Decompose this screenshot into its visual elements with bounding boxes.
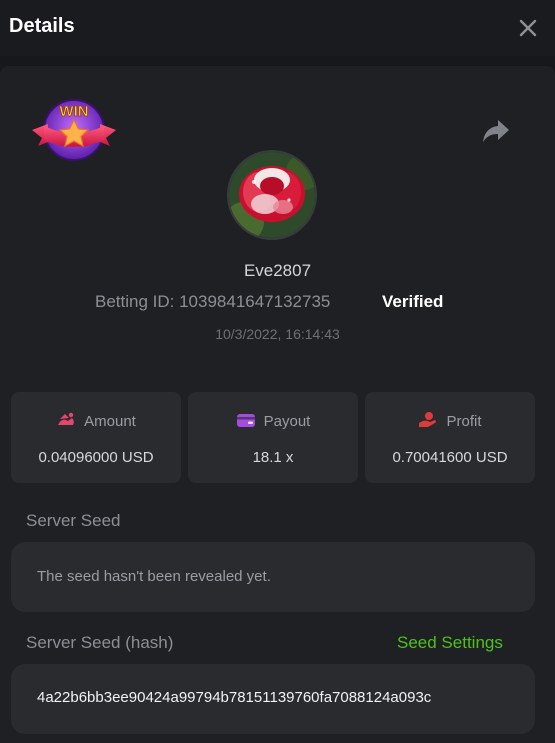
bet-timestamp: 10/3/2022, 16:14:43 [215,326,340,342]
win-badge-text: WIN [59,103,88,120]
server-seed-label: Server Seed [26,511,121,530]
rose-image-icon [229,152,315,238]
profit-hand-icon [419,412,437,427]
close-icon[interactable] [516,16,540,40]
share-icon[interactable] [482,118,510,144]
seed-settings-link[interactable]: Seed Settings [397,633,503,653]
username: Eve2807 [243,261,312,280]
betting-id: Betting ID: 1039841647132735 [95,292,331,311]
server-seed-box: The seed hasn't been revealed yet. [11,542,535,612]
verified-status: Verified [382,292,444,311]
payout-value: 18.1 x [252,449,294,466]
stat-card-amount: Amount 0.04096000 USD [11,392,181,483]
stat-card-profit: Profit 0.70041600 USD [365,392,535,483]
avatar [227,150,317,240]
profit-value: 0.70041600 USD [392,449,508,466]
server-seed-hash-value: 4a22b6bb3ee90424a99794b78151139760fa7088… [37,689,432,706]
win-badge-icon: WIN [32,99,116,161]
details-header: Details [0,0,555,56]
amount-value: 0.04096000 USD [38,449,154,466]
server-seed-hash-label: Server Seed (hash) [26,633,174,652]
payout-label: Payout [263,413,311,430]
wallet-icon [236,414,255,427]
amount-icon [58,412,74,425]
amount-label: Amount [84,413,136,430]
server-seed-hash-box[interactable]: 4a22b6bb3ee90424a99794b78151139760fa7088… [11,664,535,734]
page-title: Details [9,15,75,37]
profit-label: Profit [446,413,482,430]
server-seed-text: The seed hasn't been revealed yet. [37,568,271,585]
stat-card-payout: Payout 18.1 x [188,392,358,483]
